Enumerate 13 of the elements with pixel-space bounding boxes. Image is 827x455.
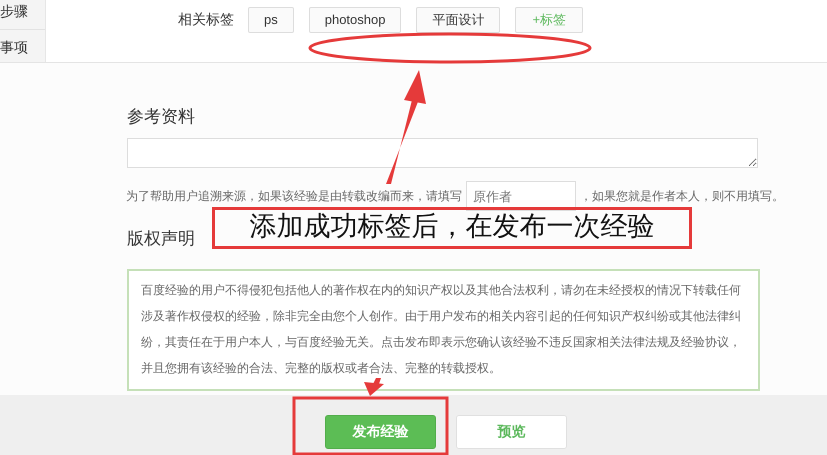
section-heading: 版权声明 [127, 228, 195, 250]
sidebar-item[interactable]: 步骤 [0, 0, 45, 30]
tag-chip[interactable]: ps [248, 7, 294, 33]
hint-text: 为了帮助用户追溯来源，如果该经验是由转载改编而来，请填写 [126, 188, 462, 204]
annotation-caption: 添加成功标签后，在发布一次经验 [250, 210, 654, 242]
tags-label: 相关标签 [178, 11, 234, 29]
tag-chip[interactable]: 平面设计 [416, 7, 500, 33]
hint-text: ，如果您就是作者本人，则不用填写。 [580, 188, 784, 204]
arrow [364, 378, 384, 396]
tag-chip[interactable]: photoshop [308, 7, 402, 33]
copyright-notice: 百度经验的用户不得侵犯包括他人的著作权在内的知识产权以及其他合法权利，请勿在未经授权的情况下转载任何涉及著作权侵权的经验，除非完全由您个人创作。由于用户发布的相关内容引起的任何知识产权纠纷或其他法律纠纷，其责任在于用户本人，与百度经验无关。点击发布即表示您确认该经验不违反国家相关法律法规及经验协议，并且您拥有该经验的合法、完整的版权或者合法、完整的转载授权。 [127, 269, 760, 391]
section-heading: 参考资料 [127, 106, 195, 128]
author-field[interactable]: 原作者 [466, 181, 576, 211]
